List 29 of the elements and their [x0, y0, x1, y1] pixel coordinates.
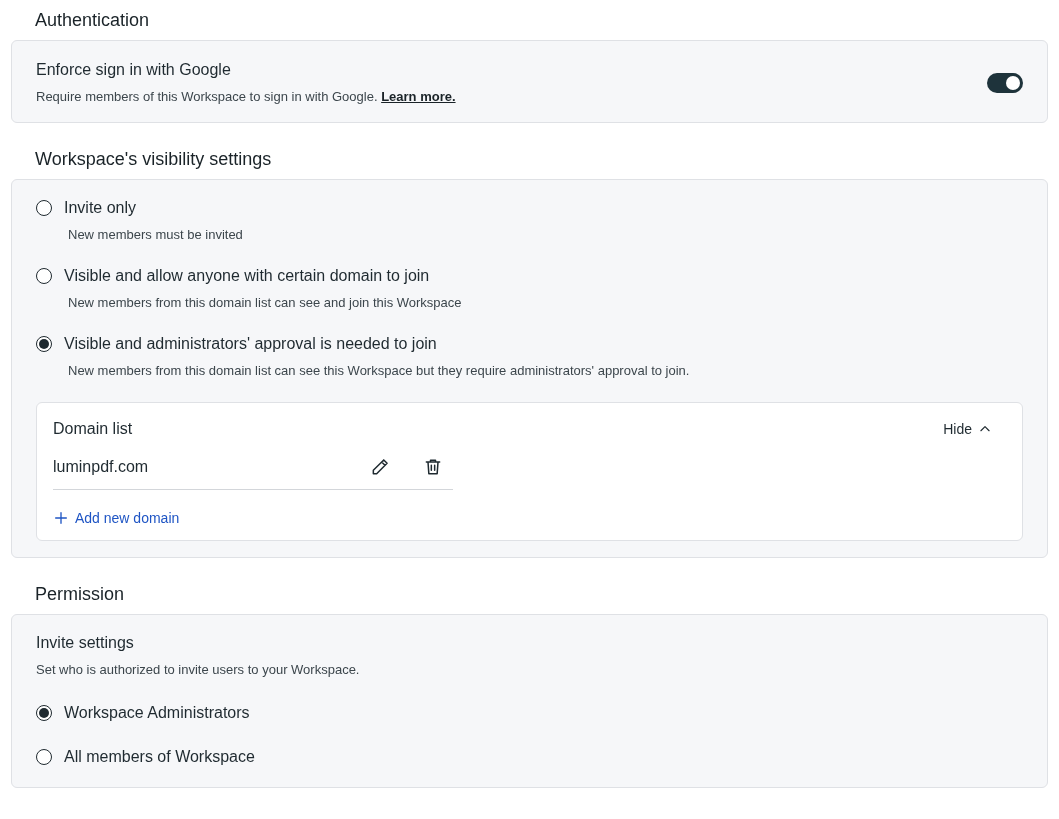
radio-button[interactable] [36, 705, 52, 721]
trash-icon[interactable] [423, 457, 443, 477]
radio-button[interactable] [36, 749, 52, 765]
setting-description: Set who is authorized to invite users to your Workspace. [36, 661, 361, 679]
option-label: All members of Workspace [64, 747, 255, 767]
option-label: Invite only [64, 198, 137, 218]
add-domain-button[interactable]: Add new domain [53, 510, 180, 526]
section-heading: Permission [34, 583, 126, 606]
setting-title: Enforce sign in with Google [36, 59, 232, 80]
section-heading: Workspace's visibility settings [34, 148, 273, 171]
option-label: Workspace Administrators [64, 703, 250, 723]
option-description: New members from this domain list can see this Workspace but they require administrators' approval to join. [67, 362, 691, 380]
domain-list-title: Domain list [53, 420, 133, 438]
option-label: Visible and allow anyone with certain domain to join [64, 266, 430, 286]
pencil-icon[interactable] [370, 457, 390, 477]
setting-description: Require members of this Workspace to sign in with Google. Learn more. [36, 87, 456, 106]
option-description: New members from this domain list can see and join this Workspace [67, 294, 463, 312]
radio-button[interactable] [36, 268, 52, 284]
plus-icon [53, 510, 69, 526]
section-heading: Authentication [34, 9, 151, 32]
radio-button[interactable] [36, 336, 52, 352]
option-description: New members must be invited [67, 226, 244, 244]
learn-more-link[interactable]: Learn more. [381, 88, 456, 104]
toggle-switch[interactable] [987, 72, 1023, 93]
option-label: Visible and administrators' approval is needed to join [64, 334, 437, 354]
domain-name: luminpdf.com [53, 458, 150, 476]
hide-button[interactable]: Hide [939, 419, 1006, 439]
setting-title: Invite settings [36, 633, 135, 653]
radio-button[interactable] [36, 200, 52, 216]
